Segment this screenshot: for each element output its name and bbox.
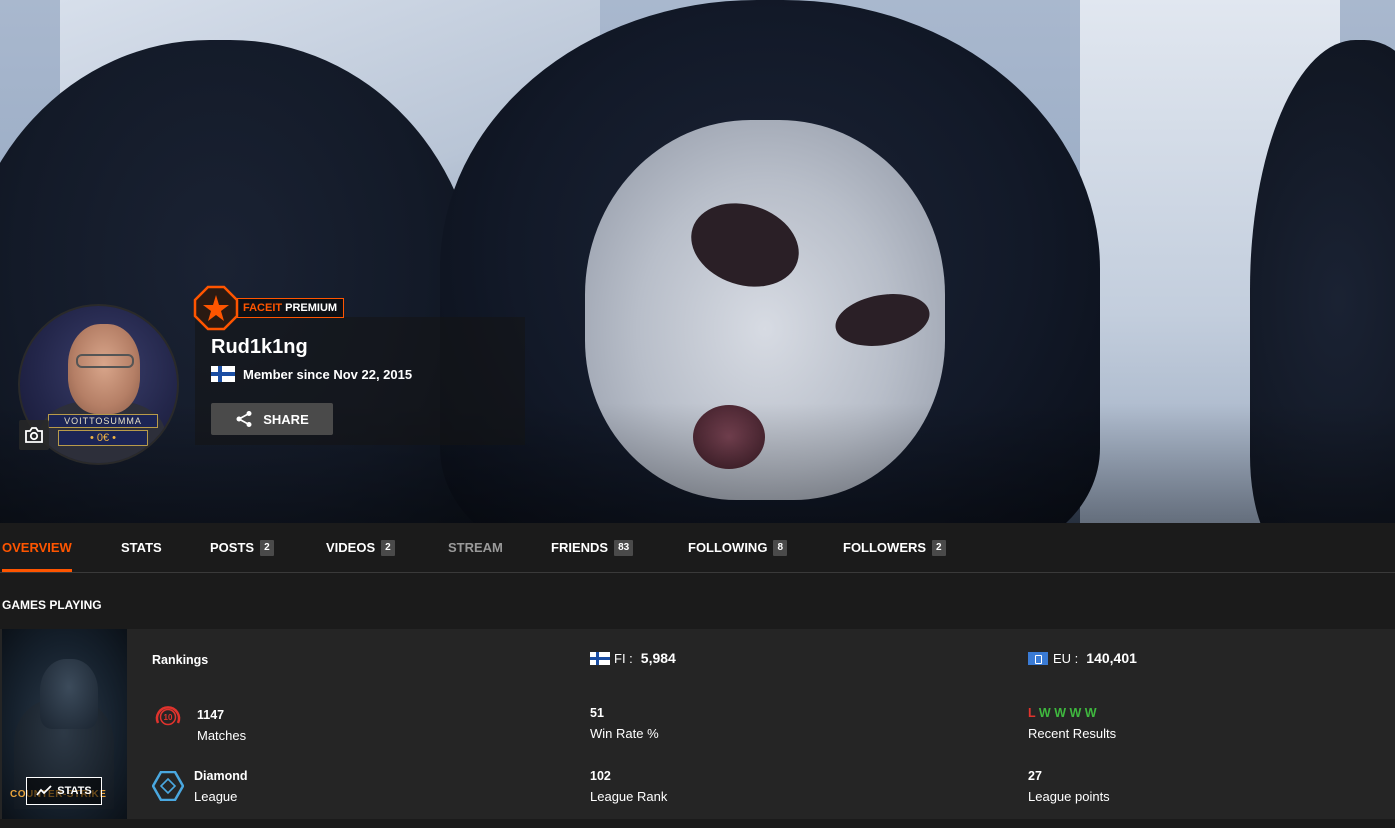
premium-tier: PREMIUM — [285, 302, 338, 314]
tab-videos[interactable]: VIDEOS 2 — [326, 523, 395, 572]
tab-count: 2 — [381, 539, 395, 556]
tab-following[interactable]: FOLLOWING 8 — [688, 523, 787, 572]
mask-eye-left — [680, 189, 810, 301]
league-rank-stat: 102 League Rank — [590, 769, 667, 804]
tab-count: 2 — [932, 539, 946, 556]
tab-count: 8 — [773, 539, 787, 556]
share-icon — [236, 411, 252, 427]
league-points-value: 27 — [1028, 769, 1042, 783]
faceit-premium-icon — [193, 285, 239, 331]
europe-flag-icon — [1028, 651, 1048, 665]
league-stat: Diamond League — [194, 769, 247, 804]
tab-overview[interactable]: OVERVIEW — [2, 523, 72, 572]
game-stats-label: STATS — [57, 785, 92, 797]
tab-label: VIDEOS — [326, 540, 376, 555]
rankings-label: Rankings — [152, 653, 209, 667]
recent-results-stat: L W W W W Recent Results — [1028, 706, 1116, 741]
country-ranking: FI : 5,984 — [590, 650, 676, 666]
username: Rud1k1ng — [211, 336, 308, 358]
section-title: GAMES PLAYING — [2, 598, 102, 612]
tab-label: FRIENDS — [551, 540, 609, 555]
tab-friends[interactable]: FRIENDS 83 — [551, 523, 634, 572]
league-rank-value: 102 — [590, 769, 611, 783]
country-ranking-label: FI : — [614, 650, 633, 666]
tab-stream[interactable]: STREAM — [448, 523, 503, 572]
tab-label: STATS — [121, 540, 162, 555]
cover-figure-head — [40, 659, 98, 729]
avatar-caption-bottom: • 0€ • — [58, 430, 148, 446]
share-button[interactable]: SHARE — [211, 403, 333, 435]
share-label: SHARE — [263, 411, 309, 427]
tab-posts[interactable]: POSTS 2 — [210, 523, 274, 572]
recent-results-label: Recent Results — [1028, 726, 1117, 741]
tab-label: FOLLOWING — [688, 540, 768, 555]
avatar-caption-top: VOITTOSUMMA — [48, 414, 158, 428]
league-label: League — [194, 789, 238, 804]
avatar-glasses — [76, 354, 134, 368]
region-ranking: EU : 140,401 — [1028, 650, 1137, 666]
tab-followers[interactable]: FOLLOWERS 2 — [843, 523, 946, 572]
region-ranking-label: EU : — [1053, 650, 1079, 666]
tab-label: STREAM — [448, 540, 503, 555]
premium-brand: FACEIT — [243, 302, 283, 314]
tab-label: FOLLOWERS — [843, 540, 927, 555]
avatar-face — [68, 324, 140, 414]
matches-label: Matches — [197, 728, 247, 743]
league-rank-label: League Rank — [590, 789, 668, 804]
region-ranking-value: 140,401 — [1086, 650, 1137, 666]
camera-icon — [25, 427, 43, 443]
win-rate-value: 51 — [590, 706, 604, 720]
tab-stats[interactable]: STATS — [121, 523, 162, 572]
diamond-league-icon — [151, 770, 185, 806]
result-item: W — [1084, 706, 1097, 720]
result-item: W — [1054, 706, 1067, 720]
result-item: W — [1038, 706, 1051, 720]
league-points-stat: 27 League points — [1028, 769, 1110, 804]
skill-level-value: 10 — [164, 713, 173, 722]
country-ranking-value: 5,984 — [640, 650, 676, 666]
tab-count: 2 — [260, 539, 274, 556]
tab-count: 83 — [614, 539, 634, 556]
matches-value: 1147 — [197, 708, 225, 722]
result-item: W — [1069, 706, 1082, 720]
tab-label: OVERVIEW — [2, 540, 72, 555]
recent-results-list: L W W W W — [1028, 706, 1116, 720]
member-since: Member since Nov 22, 2015 — [243, 366, 413, 382]
finland-flag-icon — [590, 651, 610, 665]
league-value: Diamond — [194, 769, 248, 783]
premium-label: FACEIT PREMIUM — [236, 298, 345, 318]
change-avatar-button[interactable] — [19, 420, 49, 450]
finland-flag-icon — [211, 366, 235, 382]
matches-stat: 1147 Matches — [197, 708, 246, 743]
win-rate-label: Win Rate % — [590, 726, 659, 741]
skill-level-icon: 10 — [154, 703, 182, 734]
league-points-label: League points — [1028, 789, 1110, 804]
member-since-row: Member since Nov 22, 2015 — [211, 366, 412, 382]
trend-chart-icon — [36, 785, 52, 796]
game-stats-button[interactable]: STATS — [26, 777, 102, 805]
win-rate-stat: 51 Win Rate % — [590, 706, 659, 741]
result-item: L — [1028, 706, 1036, 720]
mask-eye-right — [831, 287, 934, 353]
tab-label: POSTS — [210, 540, 255, 555]
profile-tabs: OVERVIEW STATS POSTS 2 VIDEOS 2 STREAM F… — [0, 523, 1395, 573]
premium-badge: FACEIT PREMIUM — [193, 285, 345, 331]
